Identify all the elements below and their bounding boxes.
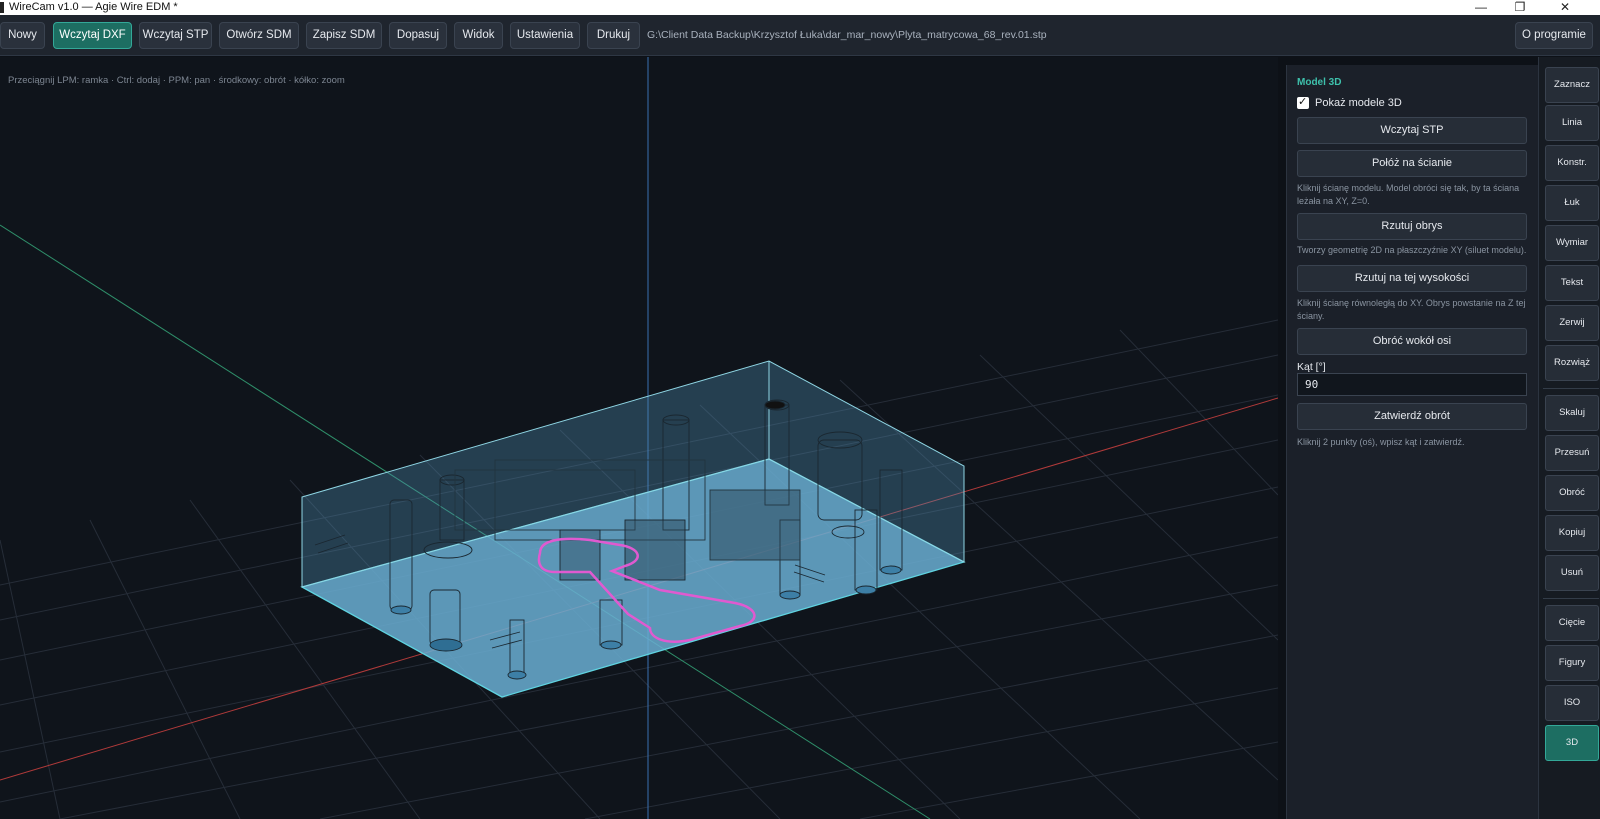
mouse-hint: Przeciągnij LPM: ramka · Ctrl: dodaj · P…: [8, 75, 345, 86]
tool-dimension[interactable]: Wymiar: [1545, 225, 1599, 261]
tool-scale[interactable]: Skaluj: [1545, 395, 1599, 431]
tool-arc[interactable]: Łuk: [1545, 185, 1599, 221]
save-sdm-button[interactable]: Zapisz SDM: [306, 22, 382, 49]
tool-sidebar: Zaznacz Linia Konstr. Łuk Wymiar Tekst Z…: [1538, 57, 1600, 819]
project-outline-button[interactable]: Rzutuj obrys: [1297, 213, 1527, 240]
minimize-button[interactable]: —: [1461, 0, 1501, 15]
3d-viewport[interactable]: Przeciągnij LPM: ramka · Ctrl: dodaj · P…: [0, 57, 1278, 819]
print-button[interactable]: Drukuj: [587, 22, 640, 49]
file-path: G:\Client Data Backup\Krzysztof Łuka\dar…: [647, 29, 1047, 41]
toolbar-divider: [1543, 598, 1599, 599]
confirm-rotation-button[interactable]: Zatwierdź obrót: [1297, 403, 1527, 430]
tool-construction[interactable]: Konstr.: [1545, 145, 1599, 181]
close-button[interactable]: ✕: [1545, 0, 1585, 15]
project-at-height-note: Kliknij ścianę równoległą do XY. Obrys p…: [1297, 298, 1526, 321]
tool-move[interactable]: Przesuń: [1545, 435, 1599, 471]
title-bar: WireCam v1.0 — Agie Wire EDM * — ❐ ✕: [0, 0, 1600, 15]
load-dxf-button[interactable]: Wczytaj DXF: [53, 22, 132, 49]
toolbar-divider: [1543, 388, 1599, 389]
settings-button[interactable]: Ustawienia: [510, 22, 580, 49]
project-outline-note: Tworzy geometrię 2D na płaszczyźnie XY (…: [1297, 245, 1527, 255]
tool-select[interactable]: Zaznacz: [1545, 67, 1599, 103]
tool-text[interactable]: Tekst: [1545, 265, 1599, 301]
rotate-axis-button[interactable]: Obróć wokół osi: [1297, 328, 1527, 355]
project-at-height-button[interactable]: Rzutuj na tej wysokości: [1297, 265, 1527, 292]
angle-input[interactable]: 90: [1297, 373, 1527, 396]
mode-cutting[interactable]: Cięcie: [1545, 605, 1599, 641]
tool-delete[interactable]: Usuń: [1545, 555, 1599, 591]
scene-canvas[interactable]: [0, 57, 1278, 819]
maximize-button[interactable]: ❐: [1500, 0, 1540, 15]
about-button[interactable]: O programie: [1515, 22, 1593, 49]
rotation-note: Kliknij 2 punkty (oś), wpisz kąt i zatwi…: [1297, 437, 1465, 447]
fit-button[interactable]: Dopasuj: [389, 22, 447, 49]
panel-load-stp-button[interactable]: Wczytaj STP: [1297, 117, 1527, 144]
tool-explode[interactable]: Rozwiąż: [1545, 345, 1599, 381]
tool-copy[interactable]: Kopiuj: [1545, 515, 1599, 551]
load-stp-button[interactable]: Wczytaj STP: [139, 22, 212, 49]
lay-on-face-button[interactable]: Połóż na ścianie: [1297, 150, 1527, 177]
mode-3d[interactable]: 3D: [1545, 725, 1599, 761]
angle-label: Kąt [°]: [1297, 361, 1326, 373]
open-sdm-button[interactable]: Otwórz SDM: [219, 22, 299, 49]
view-button[interactable]: Widok: [454, 22, 503, 49]
mode-iso[interactable]: ISO: [1545, 685, 1599, 721]
main-toolbar: Nowy Wczytaj DXF Wczytaj STP Otwórz SDM …: [0, 15, 1600, 56]
show-models-checkbox[interactable]: [1297, 95, 1309, 109]
mode-shapes[interactable]: Figury: [1545, 645, 1599, 681]
panel-title: Model 3D: [1297, 77, 1342, 88]
tool-rotate[interactable]: Obróć: [1545, 475, 1599, 511]
lay-on-face-note: Kliknij ścianę modelu. Model obróci się …: [1297, 183, 1520, 206]
app-icon: [0, 2, 4, 13]
model-3d[interactable]: [300, 360, 966, 698]
new-button[interactable]: Nowy: [0, 22, 45, 49]
show-models-label: Pokaż modele 3D: [1315, 97, 1402, 109]
tool-break[interactable]: Zerwij: [1545, 305, 1599, 341]
window-title: WireCam v1.0 — Agie Wire EDM *: [9, 1, 178, 13]
model-3d-panel: Model 3D Pokaż modele 3D Wczytaj STP Poł…: [1286, 65, 1538, 819]
tool-line[interactable]: Linia: [1545, 105, 1599, 141]
